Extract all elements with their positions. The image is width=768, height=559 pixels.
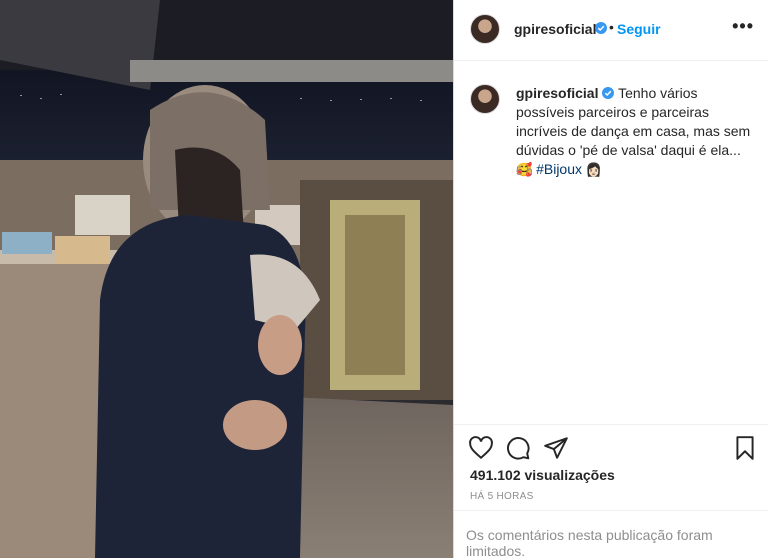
views-count[interactable]: 491.102 visualizações bbox=[470, 467, 615, 483]
caption-time[interactable]: 5 h bbox=[516, 164, 533, 178]
follow-button[interactable]: Seguir bbox=[617, 21, 661, 37]
caption-username-link[interactable]: gpiresoficial bbox=[516, 85, 598, 101]
post-video[interactable] bbox=[0, 0, 453, 558]
caption-avatar[interactable] bbox=[470, 84, 500, 114]
comments-limited-notice: Os comentários nesta publicação foram li… bbox=[454, 510, 768, 559]
video-frame bbox=[0, 0, 453, 558]
woman-emoji: 👩🏻 bbox=[585, 163, 603, 178]
heart-icon[interactable] bbox=[468, 435, 494, 461]
verified-badge-icon bbox=[591, 20, 607, 38]
comment-icon[interactable] bbox=[505, 435, 531, 461]
post-timestamp[interactable]: HÁ 5 HORAS bbox=[470, 491, 534, 502]
views-number: 491.102 bbox=[470, 467, 521, 483]
more-options-button[interactable]: ••• bbox=[732, 16, 754, 37]
post-header: gpiresoficial • Seguir ••• bbox=[454, 0, 768, 61]
hashtag-link[interactable]: #Bijoux bbox=[536, 161, 582, 177]
caption-body: gpiresoficial Tenho vários possíveis par… bbox=[516, 84, 756, 180]
header-separator: • bbox=[609, 19, 614, 35]
bookmark-icon[interactable] bbox=[732, 435, 758, 461]
views-label: visualizações bbox=[524, 467, 615, 483]
send-icon[interactable] bbox=[543, 435, 569, 461]
avatar[interactable] bbox=[470, 14, 500, 44]
username-link[interactable]: gpiresoficial bbox=[514, 21, 596, 37]
caption-verified-badge-icon bbox=[598, 85, 615, 101]
post-details-panel: gpiresoficial • Seguir ••• gpiresoficial… bbox=[454, 0, 768, 559]
